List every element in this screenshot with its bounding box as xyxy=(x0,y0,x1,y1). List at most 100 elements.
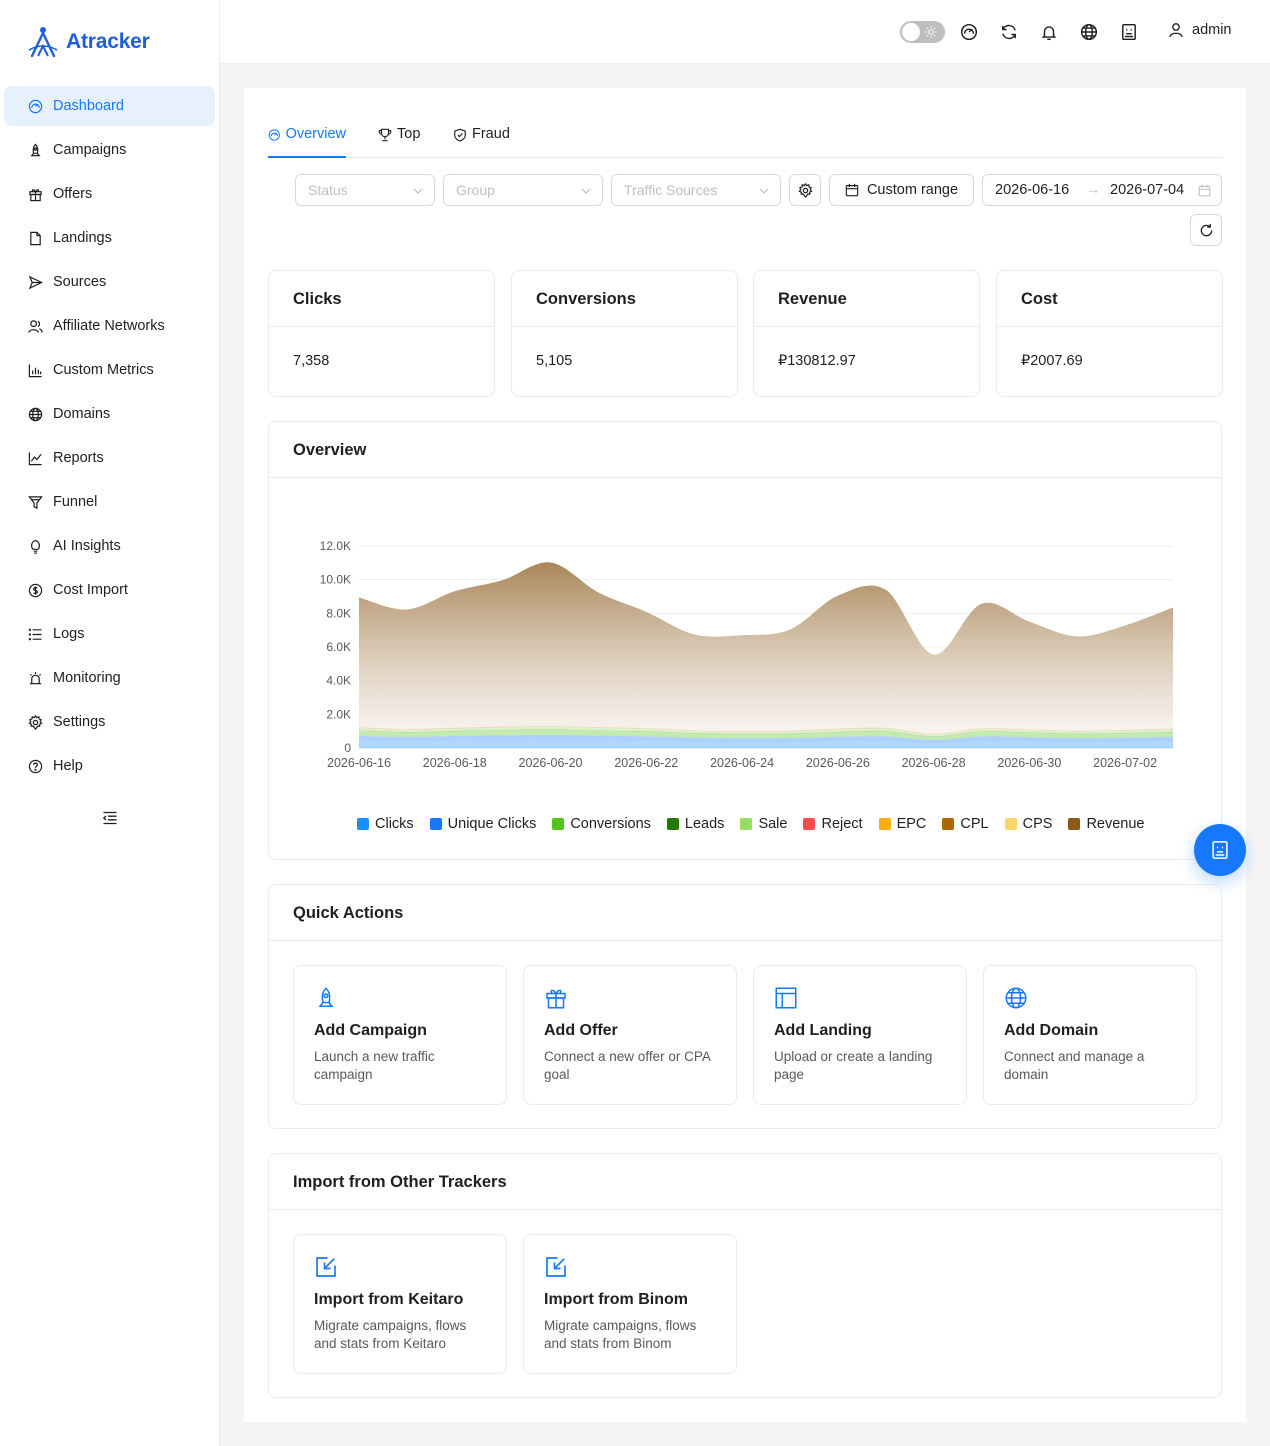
sidebar-item-label: Affiliate Networks xyxy=(53,318,165,334)
chevron-down-icon xyxy=(581,188,591,194)
user-menu[interactable]: admin xyxy=(1168,22,1232,38)
status-select[interactable]: Status xyxy=(295,174,435,206)
legend-swatch xyxy=(357,818,369,830)
chevron-down-icon xyxy=(413,188,423,194)
legend-label: Unique Clicks xyxy=(447,816,537,832)
sidebar-item-monitoring[interactable]: Monitoring xyxy=(4,658,215,698)
robot-icon[interactable] xyxy=(1120,23,1138,41)
import-icon xyxy=(316,1257,336,1277)
qa-desc: Upload or create a landing page xyxy=(774,1049,933,1082)
legend-item[interactable]: Revenue xyxy=(1068,816,1145,832)
sidebar-item-logs[interactable]: Logs xyxy=(4,614,215,654)
add-domain-card[interactable]: Add Domain Connect and manage a domain xyxy=(983,965,1197,1105)
gift-icon xyxy=(546,989,566,1009)
y-tick-label: 6.0K xyxy=(326,640,351,654)
legend-label: CPS xyxy=(1022,816,1053,832)
legend-item[interactable]: Unique Clicks xyxy=(429,816,537,832)
menu-fold-icon[interactable] xyxy=(102,810,118,826)
group-select[interactable]: Group xyxy=(443,174,603,206)
sidebar-item-funnel[interactable]: Funnel xyxy=(4,482,215,522)
tab-fraud[interactable]: Fraud xyxy=(453,126,510,158)
legend-label: CPL xyxy=(960,816,989,832)
quick-actions-card: Quick Actions Add Campaign Launch a new … xyxy=(268,884,1222,1129)
refresh-button[interactable] xyxy=(1190,214,1222,246)
stat-value: ₽130812.97 xyxy=(778,353,856,369)
y-tick-label: 0 xyxy=(344,741,351,755)
legend-item[interactable]: Reject xyxy=(803,816,863,832)
add-campaign-card[interactable]: Add Campaign Launch a new traffic campai… xyxy=(293,965,507,1105)
legend-item[interactable]: Leads xyxy=(666,816,724,832)
stat-value: 7,358 xyxy=(293,353,330,369)
ai-assistant-button[interactable] xyxy=(1194,824,1246,876)
quick-actions-title: Quick Actions xyxy=(269,885,1221,941)
theme-toggle[interactable] xyxy=(900,21,945,43)
sidebar-item-dashboard[interactable]: Dashboard xyxy=(4,86,215,126)
legend-item[interactable]: Clicks xyxy=(357,816,414,832)
help-icon xyxy=(28,759,43,773)
legend-label: EPC xyxy=(896,816,927,832)
legend-item[interactable]: CPL xyxy=(942,816,989,832)
sidebar-item-help[interactable]: Help xyxy=(4,746,215,786)
stat-value: 5,105 xyxy=(536,353,573,369)
sidebar-item-ai-insights[interactable]: AI Insights xyxy=(4,526,215,566)
date-range-arrow: → xyxy=(1086,182,1101,198)
sidebar-item-label: Dashboard xyxy=(53,98,124,114)
gear-icon xyxy=(797,182,813,198)
date-to[interactable]: 2026-07-04 xyxy=(1110,182,1184,198)
sidebar-item-campaigns[interactable]: Campaigns xyxy=(4,130,215,170)
filter-settings-button[interactable] xyxy=(789,174,821,206)
x-tick-label: 2026-06-20 xyxy=(519,756,583,770)
gear-icon xyxy=(28,714,43,730)
legend-swatch xyxy=(552,818,565,830)
dashboard-icon[interactable] xyxy=(960,23,978,41)
calendar-icon xyxy=(845,183,859,197)
import-binom-card[interactable]: Import from Binom Migrate campaigns, flo… xyxy=(523,1234,737,1374)
stat-title: Conversions xyxy=(512,271,737,327)
stat-card-clicks: Clicks 7,358 xyxy=(268,270,495,397)
sidebar-item-settings[interactable]: Settings xyxy=(4,702,215,742)
globe-icon[interactable] xyxy=(1080,23,1098,41)
legend-item[interactable]: Conversions xyxy=(552,816,651,832)
sidebar-item-sources[interactable]: Sources xyxy=(4,262,215,302)
traffic-sources-select[interactable]: Traffic Sources xyxy=(611,174,781,206)
sidebar-item-domains[interactable]: Domains xyxy=(4,394,215,434)
sidebar-item-custom-metrics[interactable]: Custom Metrics xyxy=(4,350,215,390)
globe-icon xyxy=(1005,987,1027,1009)
sidebar-item-cost-import[interactable]: Cost Import xyxy=(4,570,215,610)
sidebar-nav: Dashboard Campaigns Offers Landings Sour… xyxy=(4,86,215,790)
sidebar-item-reports[interactable]: Reports xyxy=(4,438,215,478)
main-content: Overview Top Fraud Status Group Traffic … xyxy=(244,88,1246,1422)
qa-desc: Migrate campaigns, flows and stats from … xyxy=(314,1318,467,1351)
qa-title: Add Offer xyxy=(544,1022,618,1039)
sidebar-item-landings[interactable]: Landings xyxy=(4,218,215,258)
sync-icon[interactable] xyxy=(1000,23,1018,41)
shield-icon xyxy=(454,128,466,142)
qa-title: Add Domain xyxy=(1004,1022,1099,1039)
date-range-picker[interactable]: 2026-06-16 → 2026-07-04 xyxy=(982,174,1222,206)
x-tick-label: 2026-06-30 xyxy=(997,756,1061,770)
logo[interactable]: Atracker xyxy=(26,26,150,58)
sidebar-item-offers[interactable]: Offers xyxy=(4,174,215,214)
date-from[interactable]: 2026-06-16 xyxy=(995,182,1069,198)
legend-item[interactable]: Sale xyxy=(740,816,787,832)
x-tick-label: 2026-07-02 xyxy=(1093,756,1157,770)
legend-item[interactable]: EPC xyxy=(878,816,927,832)
legend-item[interactable]: CPS xyxy=(1004,816,1053,832)
sun-icon xyxy=(925,26,937,38)
sidebar-item-affiliate-networks[interactable]: Affiliate Networks xyxy=(4,306,215,346)
tab-top[interactable]: Top xyxy=(378,126,420,158)
users-icon xyxy=(28,319,43,333)
add-landing-card[interactable]: Add Landing Upload or create a landing p… xyxy=(753,965,967,1105)
legend-label: Clicks xyxy=(375,816,414,832)
tab-overview[interactable]: Overview xyxy=(268,126,346,158)
sidebar-item-label: Custom Metrics xyxy=(53,362,154,378)
custom-range-button[interactable]: Custom range xyxy=(829,174,974,206)
series-area-revenue[interactable] xyxy=(359,562,1173,734)
x-tick-label: 2026-06-26 xyxy=(806,756,870,770)
add-offer-card[interactable]: Add Offer Connect a new offer or CPA goa… xyxy=(523,965,737,1105)
user-icon xyxy=(1169,23,1183,38)
sidebar-item-label: Settings xyxy=(53,714,106,730)
bell-icon[interactable] xyxy=(1040,23,1058,41)
stat-card-revenue: Revenue ₽130812.97 xyxy=(753,270,980,397)
import-keitaro-card[interactable]: Import from Keitaro Migrate campaigns, f… xyxy=(293,1234,507,1374)
